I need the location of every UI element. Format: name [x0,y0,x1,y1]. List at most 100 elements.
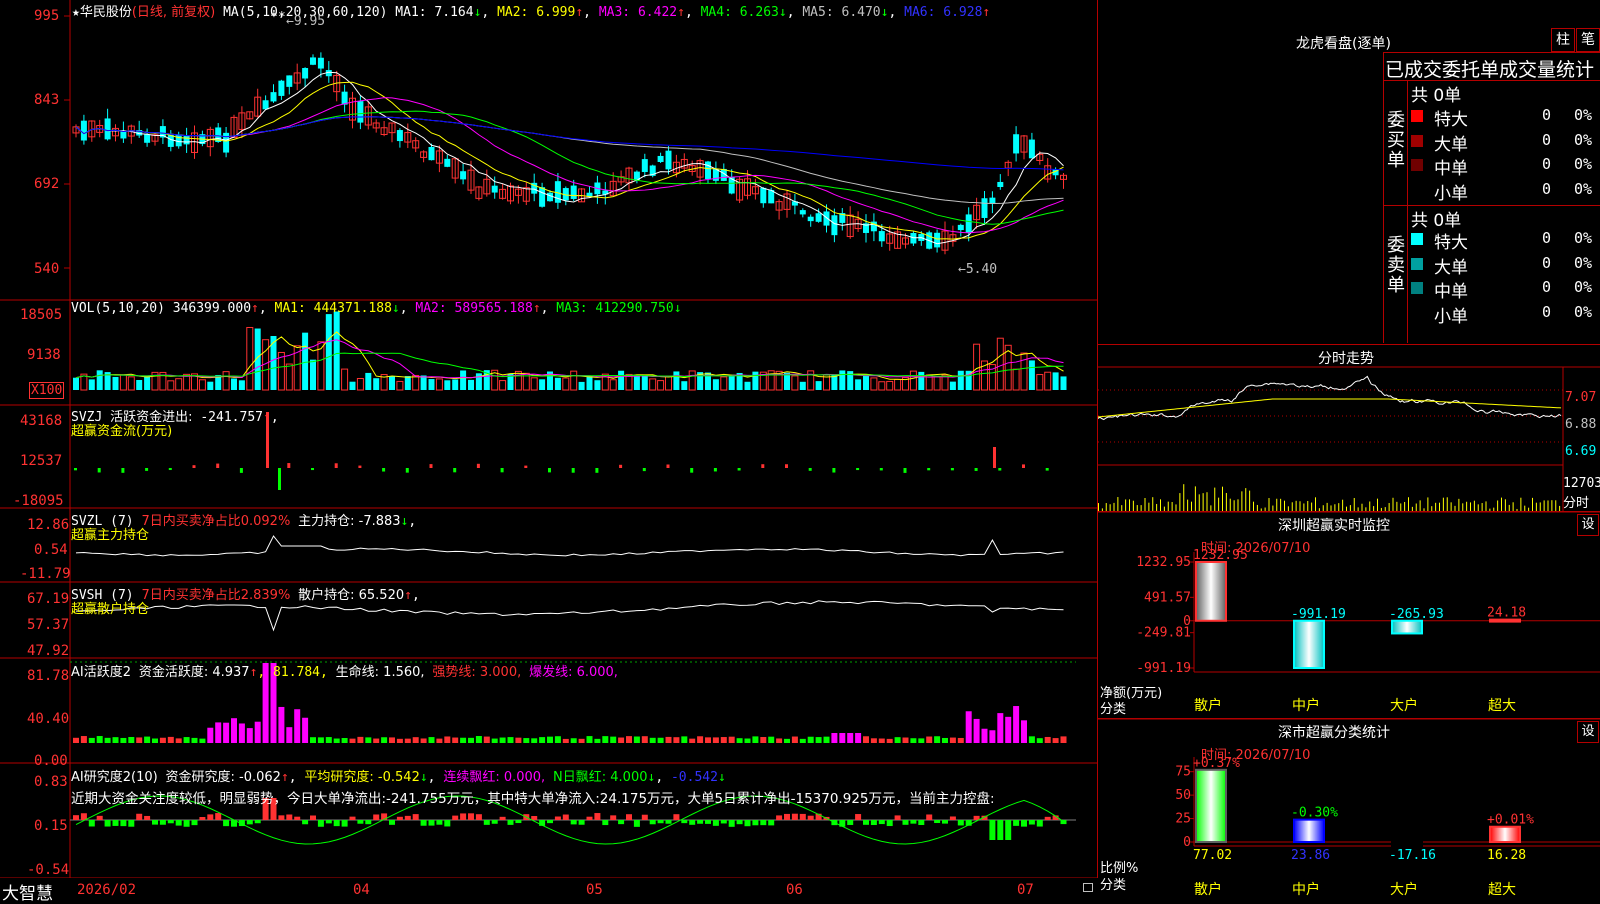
volume-bar [238,380,245,390]
research-bar [199,816,206,820]
ai-research-commentary: 近期大资金关注度较低，明显弱势，今日大单净流出:-241.755万元，其中特大单… [71,791,995,807]
ma-line [75,110,1064,225]
intraday-volume-bar [1535,502,1537,511]
lock-icon[interactable] [1083,883,1093,892]
activity-bar [191,737,198,743]
kline-area[interactable] [0,0,1098,878]
legend-swatch [1411,110,1423,122]
order-row: 中单 0 0% [1384,276,1600,302]
flow-bar [998,468,1002,471]
svsh-ytick: 67.19 [27,591,70,607]
y-tick-label: -991.19 [1136,661,1191,676]
research-bar [420,820,427,826]
candle-body [965,214,972,233]
intraday-volume-bar [1431,506,1433,511]
research-bar [570,820,577,825]
activity-bar [365,737,372,743]
volume-bar [341,368,349,391]
activity-bar [934,736,941,743]
intraday-volume-bar [1129,499,1130,511]
ma5-value: MA5: 6.470↓ [802,5,889,20]
activity-bar [586,736,593,743]
intraday-panel[interactable]: 分时走势 7.07 6.88 6.69 12703 分时 [1098,345,1600,512]
intraday-chart[interactable] [1098,345,1600,511]
volume-bar [530,377,538,391]
flow-bar [642,468,646,472]
ma-line [75,71,1064,245]
research-bar [341,820,348,827]
order-size-label: 小单 [1434,306,1468,327]
activity-bar [562,738,569,743]
pen-mode-button[interactable]: 笔 [1576,28,1600,52]
volume-bar [570,370,578,391]
volume-bar [428,379,435,390]
intraday-volume-bar [1307,500,1309,511]
flow-bar [311,468,314,471]
research-bar [705,820,711,824]
activity-bar [88,737,95,743]
intraday-volume-bar [1361,503,1363,511]
intraday-ytick: 6.88 [1565,417,1597,432]
sz-class-xlabel: 分类 [1100,878,1127,893]
intraday-volume-bar [1152,497,1154,511]
flow-bar [903,468,907,473]
order-row: 小单 0 0% [1384,178,1600,204]
volume-bar [673,371,680,390]
vol-ma-line [75,331,1064,381]
star-icon[interactable]: ★ [72,5,80,20]
intraday-volume-bar [1295,500,1297,511]
intraday-volume-bar [1512,502,1514,511]
candle-body [167,135,174,147]
flow-bar [239,468,243,473]
category-bar [1391,619,1423,635]
kline-chart[interactable] [0,0,1097,878]
order-count: 0 [1542,106,1552,124]
research-bar [96,815,103,820]
volume-bar [246,326,254,391]
intraday-volume-bar [1330,505,1332,511]
ma1-value: MA1: 7.164↓ [395,5,482,20]
intraday-volume-bar [1442,497,1444,511]
y-tick-label: 75 [1175,765,1191,780]
activity-bar [246,728,253,743]
activity-bar [507,737,514,743]
ma4-value: MA4: 6.263↓ [700,5,787,20]
order-count: 0 [1542,278,1552,296]
intraday-volume-bar [1497,500,1499,511]
activity-bar [531,738,538,743]
research-bar [144,815,151,820]
activity-bar [223,722,230,743]
bar-mode-button[interactable]: 柱 [1551,28,1575,52]
flow-bar [358,465,362,468]
volume-bar [1012,368,1020,391]
order-row: 特大 0 0% [1384,227,1600,253]
volume-bar [633,374,640,390]
volume-bar [1060,376,1067,390]
activity-bar [712,737,719,743]
intraday-volume-bar [1411,506,1413,511]
activity-bar [720,737,727,743]
svzj-ytick: -18095 [13,493,64,509]
order-row: 大单 0 0% [1384,129,1600,155]
research-bar [499,816,506,820]
activity-bar [396,738,403,743]
intraday-volume-bar [1357,507,1359,511]
flow-bar [974,468,978,471]
brand-logo[interactable]: 大智慧 [2,879,53,904]
vol-header: VOL(5,10,20) 346399.000↑, MA1: 444371.18… [71,301,682,316]
intraday-volume-bar [1198,494,1200,511]
category-label: 散户 [1194,881,1222,898]
candle-body [444,158,451,167]
research-bar [784,813,790,820]
volume-bar [452,379,459,390]
research-bar [910,820,917,824]
period-label[interactable]: (日线, 前复权) [132,5,215,20]
volume-bar [562,377,570,391]
intraday-volume-bar [1419,500,1421,511]
activity-bar [523,738,530,743]
vol-unit-button[interactable]: X100 [29,382,65,399]
intraday-volume-bar [1547,500,1549,511]
research-bar [531,816,538,820]
volume-bar [649,378,657,391]
order-row: 中单 0 0% [1384,153,1600,179]
